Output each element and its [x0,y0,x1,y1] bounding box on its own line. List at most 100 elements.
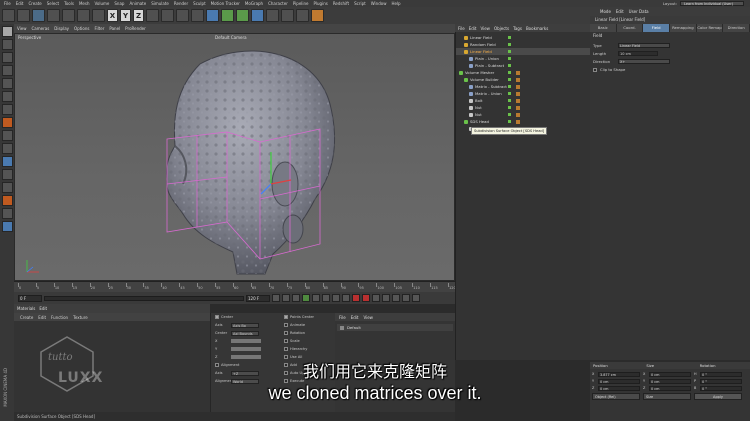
menu-item-motion-tracker[interactable]: Motion Tracker [211,1,240,6]
object-row[interactable]: Nut [456,111,591,118]
edges-mode-icon[interactable] [1,91,13,102]
tag-icon[interactable] [516,112,520,117]
object-row[interactable]: Nut [456,104,591,111]
visibility-check-icon[interactable] [508,36,511,39]
visibility-check-icon[interactable] [508,113,511,116]
visibility-check-icon[interactable] [508,43,511,46]
object-row[interactable]: Plain - Union [456,55,591,62]
option-checkbox[interactable] [284,347,288,351]
axis-dropdown[interactable]: Axis Bo [231,322,259,328]
menu-item-mograph[interactable]: MoGraph [245,1,263,6]
points-mode-icon[interactable] [1,78,13,89]
tab-coord-[interactable]: Coord. [616,24,644,32]
menu-item-tools[interactable]: Tools [64,1,74,6]
option-row-scale[interactable]: Scale [280,337,335,345]
render-settings-icon[interactable] [191,9,204,22]
y-axis-lock-button[interactable]: Y [120,9,131,22]
menu-item-redshift[interactable]: Redshift [333,1,349,6]
prev-key-icon[interactable] [282,294,290,302]
object-menu-edit[interactable]: Edit [469,26,477,31]
render-picture-viewer-icon[interactable] [176,9,189,22]
object-row[interactable]: Random Field [456,41,591,48]
attr-row-center[interactable]: Center [211,313,280,321]
cloner-icon[interactable] [251,9,264,22]
center-checkbox[interactable] [215,315,219,319]
autokey-icon[interactable] [362,294,370,302]
material-menu-function[interactable]: Function [51,315,68,320]
viewport-menu-prorender[interactable]: ProRender [125,26,146,31]
tag-icon[interactable] [516,105,520,110]
menu-item-animate[interactable]: Animate [129,1,146,6]
visibility-check-icon[interactable] [508,106,511,109]
axis-mode-icon[interactable] [1,117,13,128]
camera-icon[interactable] [296,9,309,22]
menu-item-simulate[interactable]: Simulate [151,1,169,6]
light-icon[interactable] [311,9,324,22]
visibility-check-icon[interactable] [508,50,511,53]
menu-item-plugins[interactable]: Plugins [314,1,328,6]
attr-type-row[interactable]: Type Linear Field [593,42,743,49]
menu-item-create[interactable]: Create [28,1,41,6]
rotate-icon[interactable] [77,9,90,22]
layer-menu-file[interactable]: File [339,315,346,320]
material-menu-create[interactable]: Create [20,315,33,320]
viewport-menu-options[interactable]: Options [74,26,89,31]
visibility-check-icon[interactable] [508,57,511,60]
loop-icon[interactable] [342,294,350,302]
option-checkbox[interactable] [284,323,288,327]
layer-menu-edit[interactable]: Edit [351,315,359,320]
object-row[interactable]: Matrix - Union [456,90,591,97]
material-menu-edit[interactable]: Edit [38,315,46,320]
keyframe-selection-icon[interactable] [372,294,380,302]
center-mode-dropdown[interactable]: Axi Bounds [231,330,259,336]
type-dropdown[interactable]: Linear Field [618,43,670,48]
make-editable-icon[interactable] [1,26,13,37]
redo-icon[interactable] [17,9,30,22]
menu-item-snap[interactable]: Snap [114,1,124,6]
x-slider[interactable] [231,339,261,343]
z-axis-lock-button[interactable]: Z [133,9,144,22]
3d-viewport[interactable]: Perspective Default Camera [14,33,455,281]
material-menu-texture[interactable]: Texture [73,315,88,320]
deformer-icon[interactable] [266,9,279,22]
option-checkbox[interactable] [284,331,288,335]
tab-color-remap[interactable]: Color Remap [696,24,724,32]
attr-length-row[interactable]: Length 10 cm [593,50,743,57]
object-row[interactable]: Volume Mesher [456,69,591,76]
object-menu-objects[interactable]: Objects [494,26,509,31]
move-icon[interactable] [47,9,60,22]
end-frame-field[interactable]: 120 F [246,294,270,302]
lock-workplane-icon[interactable] [1,169,13,180]
visibility-check-icon[interactable] [508,120,511,123]
recent-tools-icon[interactable] [92,9,105,22]
render-view-icon[interactable] [161,9,174,22]
object-row[interactable]: Volume Builder [456,76,591,83]
tag-icon[interactable] [516,98,520,103]
layer-row[interactable]: Default [337,324,453,331]
tab-remapping[interactable]: Remapping [670,24,697,32]
menu-item-select[interactable]: Select [47,1,59,6]
record-icon[interactable] [352,294,360,302]
attr-row-x[interactable]: X [211,337,280,345]
material-tab-materials[interactable]: Materials [17,306,35,311]
layout-select[interactable]: Learn from Individual (User) [680,1,744,6]
enable-axis-icon[interactable] [1,195,13,206]
undo-icon[interactable] [2,9,15,22]
viewport-menu-filter[interactable]: Filter [94,26,104,31]
visibility-check-icon[interactable] [508,78,511,81]
layer-menu-view[interactable]: View [363,315,373,320]
object-menu-bookmarks[interactable]: Bookmarks [526,26,548,31]
spline-pen-icon[interactable] [221,9,234,22]
direction-dropdown[interactable]: X+ [618,59,670,64]
planar-workplane-icon[interactable] [1,182,13,193]
viewport-menu-view[interactable]: View [17,26,27,31]
object-row[interactable]: Plain - Subtract [456,62,591,69]
menu-item-script[interactable]: Script [354,1,366,6]
visibility-check-icon[interactable] [508,64,511,67]
object-menu-tags[interactable]: Tags [513,26,522,31]
tweak-mode-icon[interactable] [1,130,13,141]
attr-row-y[interactable]: Y [211,345,280,353]
attr-menu-edit[interactable]: Edit [616,9,624,14]
length-field[interactable]: 10 cm [618,51,658,56]
tab-direction[interactable]: Direction [723,24,750,32]
